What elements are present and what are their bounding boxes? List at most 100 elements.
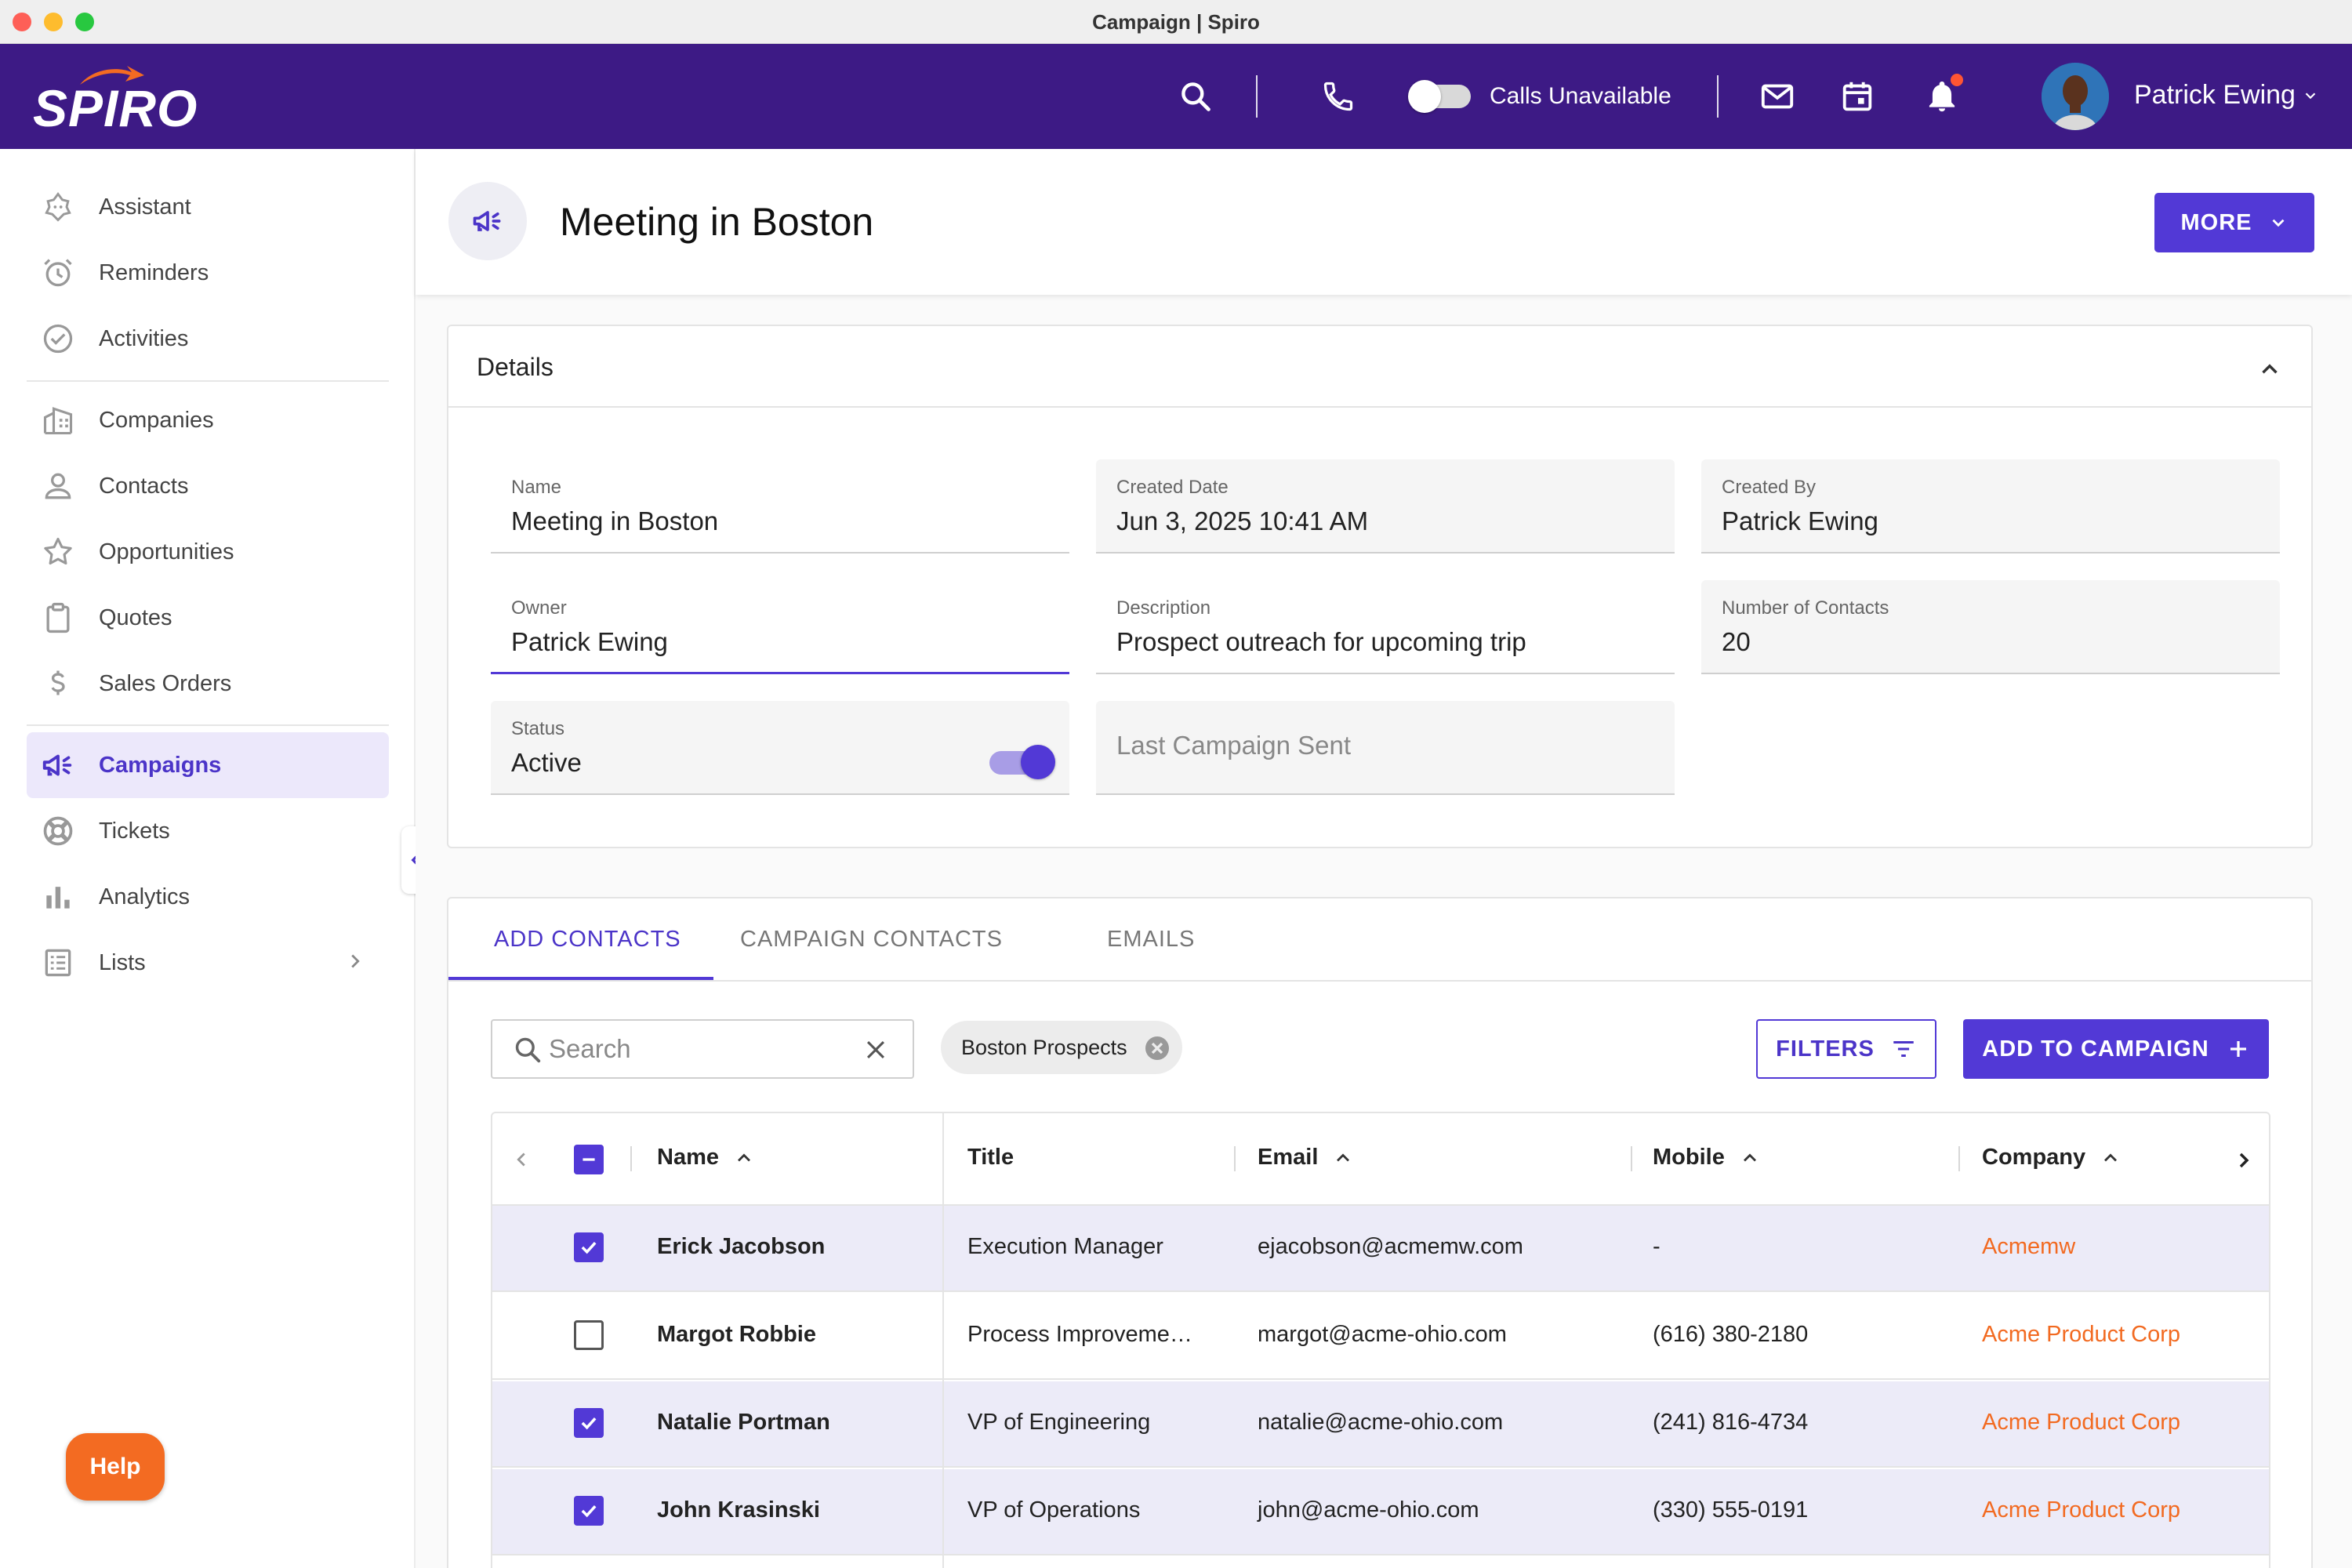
tab-campaign-contacts[interactable]: CAMPAIGN CONTACTS — [740, 927, 1003, 953]
search-button[interactable] — [1174, 75, 1217, 118]
spiro-logo[interactable]: SPIRO — [33, 64, 205, 137]
row-checkbox[interactable] — [574, 1320, 604, 1350]
sort-ascending-icon — [1743, 1153, 1756, 1161]
field-label: Number of Contacts — [1722, 597, 1889, 619]
scroll-left-button[interactable] — [510, 1148, 533, 1175]
column-header-company[interactable]: Company — [1982, 1145, 2122, 1171]
sidebar-item-campaigns[interactable]: Campaigns — [27, 732, 389, 798]
mail-button[interactable] — [1756, 75, 1798, 118]
contact-mobile: (616) 380-2180 — [1653, 1322, 1809, 1347]
table-row[interactable]: John Krasinski VP of Operations john@acm… — [492, 1469, 2269, 1555]
column-separator — [630, 1146, 632, 1171]
column-separator — [1631, 1146, 1632, 1171]
add-to-campaign-button[interactable]: ADD TO CAMPAIGN — [1963, 1019, 2269, 1079]
sidebar-item-assistant[interactable]: Assistant — [27, 174, 389, 240]
scroll-right-button[interactable] — [2231, 1148, 2256, 1177]
field-placeholder: Last Campaign Sent — [1116, 731, 1352, 760]
sidebar-item-label: Reminders — [99, 260, 209, 285]
column-header-mobile[interactable]: Mobile — [1653, 1145, 1761, 1171]
more-button[interactable]: MORE — [2154, 193, 2314, 252]
sidebar-item-reminders[interactable]: Reminders — [27, 240, 389, 306]
remove-chip-button[interactable] — [1143, 1034, 1171, 1068]
calls-toggle-knob[interactable] — [1408, 80, 1441, 113]
sidebar-item-contacts[interactable]: Contacts — [27, 453, 389, 519]
avatar[interactable] — [2042, 63, 2109, 130]
field-label: Owner — [511, 597, 567, 619]
company-link[interactable]: Acme Product Corp — [1982, 1497, 2180, 1523]
column-label: Email — [1258, 1145, 1319, 1170]
contact-name: John Krasinski — [657, 1497, 820, 1523]
column-label: Company — [1982, 1145, 2086, 1170]
status-toggle-knob[interactable] — [1021, 745, 1055, 779]
column-label: Title — [967, 1145, 1014, 1170]
phone-button[interactable] — [1317, 75, 1359, 118]
contact-email: natalie@acme-ohio.com — [1258, 1410, 1504, 1435]
sidebar-item-quotes[interactable]: Quotes — [27, 585, 389, 651]
calls-status-label: Calls Unavailable — [1490, 83, 1671, 109]
table-row[interactable]: Natalie Portman VP of Engineering natali… — [492, 1381, 2269, 1468]
logo-text: SPIRO — [33, 79, 198, 137]
row-checkbox[interactable] — [574, 1232, 604, 1262]
sidebar-item-activities[interactable]: Activities — [27, 306, 389, 372]
row-checkbox[interactable] — [574, 1496, 604, 1526]
column-header-title[interactable]: Title — [967, 1145, 1014, 1171]
details-collapse-button[interactable] — [2256, 356, 2283, 387]
status-field[interactable]: Status Active — [491, 701, 1069, 795]
help-button[interactable]: Help — [66, 1433, 165, 1501]
company-link[interactable]: Acmemw — [1982, 1234, 2075, 1260]
company-link[interactable]: Acme Product Corp — [1982, 1322, 2180, 1348]
sidebar-item-analytics[interactable]: Analytics — [27, 864, 389, 930]
sidebar-item-opportunities[interactable]: Opportunities — [27, 519, 389, 585]
sidebar-item-companies[interactable]: Companies — [27, 387, 389, 453]
megaphone-icon — [473, 211, 501, 231]
column-divider — [942, 1113, 944, 1568]
tab-add-contacts[interactable]: ADD CONTACTS — [494, 927, 681, 953]
column-separator — [1958, 1146, 1960, 1171]
select-all-checkbox[interactable] — [574, 1145, 604, 1174]
sidebar-item-label: Analytics — [99, 884, 191, 909]
contact-email: john@acme-ohio.com — [1258, 1497, 1479, 1523]
clear-search-button[interactable] — [862, 1036, 889, 1067]
company-link[interactable]: Acme Product Corp — [1982, 1410, 2180, 1436]
megaphone-icon — [42, 754, 72, 776]
filter-chip[interactable]: Boston Prospects — [941, 1021, 1182, 1074]
sidebar-item-sales-orders[interactable]: Sales Orders — [27, 651, 389, 717]
table-header: Name Title Email Mobile Company — [492, 1113, 2269, 1206]
contact-title: VP of Engineering — [967, 1410, 1151, 1435]
sort-ascending-icon — [2104, 1153, 2118, 1161]
tab-emails[interactable]: EMAILS — [1107, 927, 1195, 953]
field-label: Description — [1116, 597, 1211, 619]
details-title: Details — [477, 353, 554, 381]
add-to-campaign-label: ADD TO CAMPAIGN — [1982, 1036, 2209, 1062]
details-card: Details Name Meeting in Boston Created D… — [447, 325, 2313, 848]
nav-separator — [1717, 75, 1719, 118]
sidebar-item-lists[interactable]: Lists — [27, 930, 389, 996]
calendar-button[interactable] — [1836, 75, 1878, 118]
search-input[interactable] — [549, 1032, 847, 1066]
alarm-clock-icon — [44, 259, 72, 287]
table-row[interactable]: Erick Jacobson Execution Manager ejacobs… — [492, 1206, 2269, 1292]
sidebar-item-tickets[interactable]: Tickets — [27, 798, 389, 864]
table-row[interactable]: Margot Robbie Process Improveme… margot@… — [492, 1294, 2269, 1380]
row-checkbox[interactable] — [574, 1408, 604, 1438]
contact-email: margot@acme-ohio.com — [1258, 1322, 1507, 1347]
chevron-right-icon — [2239, 1152, 2249, 1168]
filters-button[interactable]: FILTERS — [1756, 1019, 1936, 1079]
description-field[interactable]: Description Prospect outreach for upcomi… — [1096, 580, 1675, 674]
record-header: Meeting in Boston MORE — [416, 149, 2352, 295]
divider — [448, 406, 2311, 408]
search-box[interactable] — [491, 1019, 914, 1079]
contacts-card: ADD CONTACTS CAMPAIGN CONTACTS EMAILS Bo… — [447, 897, 2313, 1568]
column-header-name[interactable]: Name — [657, 1145, 755, 1171]
column-label: Mobile — [1653, 1145, 1725, 1170]
sidebar-item-label: Sales Orders — [99, 670, 232, 696]
column-header-email[interactable]: Email — [1258, 1145, 1354, 1171]
field-label: Created Date — [1116, 477, 1229, 498]
field-value: Patrick Ewing — [511, 627, 668, 656]
owner-field[interactable]: Owner Patrick Ewing — [491, 580, 1069, 674]
user-menu[interactable]: Patrick Ewing — [2134, 80, 2319, 111]
chevron-down-icon — [2272, 219, 2284, 227]
contact-name: Natalie Portman — [657, 1410, 830, 1435]
name-field[interactable]: Name Meeting in Boston — [491, 459, 1069, 554]
contact-email: ejacobson@acmemw.com — [1258, 1234, 1523, 1259]
